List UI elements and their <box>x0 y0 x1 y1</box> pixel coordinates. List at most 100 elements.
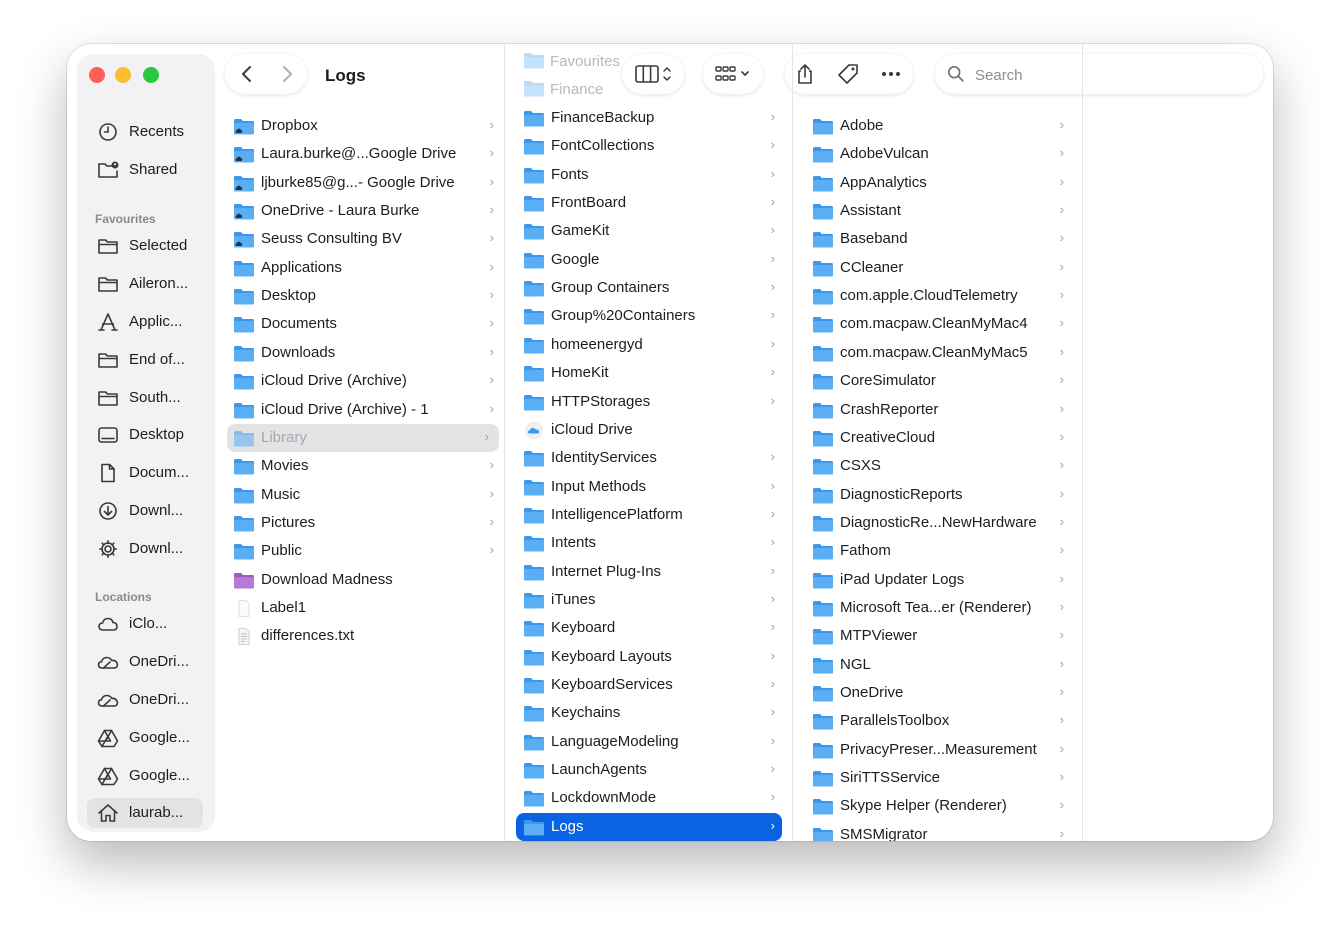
list-item[interactable]: com.macpaw.CleanMyMac5 › <box>793 339 1082 367</box>
list-item[interactable]: Logs › <box>516 812 782 841</box>
list-item[interactable]: iCloud Drive <box>505 416 793 444</box>
sidebar-item[interactable]: Downl... <box>87 496 203 526</box>
sidebar-item[interactable]: Google... <box>87 761 203 791</box>
list-item[interactable]: MTPViewer › <box>793 622 1082 650</box>
list-item-name: Applications <box>261 258 342 276</box>
list-item[interactable]: Documents › <box>227 310 504 338</box>
list-item[interactable]: Fathom › <box>793 537 1082 565</box>
list-item[interactable]: AppAnalytics › <box>793 169 1082 197</box>
minimize-window-button[interactable] <box>115 67 131 83</box>
list-item[interactable]: iTunes › <box>505 586 793 614</box>
list-item[interactable]: HomeKit › <box>505 359 793 387</box>
list-item[interactable]: Applications › <box>227 254 504 282</box>
list-item[interactable]: CoreSimulator › <box>793 367 1082 395</box>
list-item-name: SiriTTSService <box>840 769 941 787</box>
list-item[interactable]: Internet Plug-Ins › <box>505 558 793 586</box>
list-item[interactable]: Keychains › <box>505 699 793 727</box>
list-item[interactable]: DiagnosticReports › <box>793 481 1082 509</box>
list-item[interactable]: com.macpaw.CleanMyMac4 › <box>793 310 1082 338</box>
list-item[interactable]: Keyboard › <box>505 614 793 642</box>
list-item[interactable]: FinanceBackup › <box>505 104 793 132</box>
list-item[interactable]: Adobe › <box>793 112 1082 140</box>
chevron-right-icon: › <box>489 485 494 501</box>
list-item[interactable]: Seuss Consulting BV › <box>227 225 504 253</box>
sidebar-item[interactable]: Shared <box>87 155 203 185</box>
list-item[interactable]: DiagnosticRe...NewHardware › <box>793 509 1082 537</box>
list-item[interactable]: CCleaner › <box>793 254 1082 282</box>
list-item[interactable]: differences.txt <box>227 622 504 650</box>
sidebar-item[interactable]: Recents <box>87 117 203 147</box>
list-item[interactable]: iCloud Drive (Archive) › <box>227 367 504 395</box>
list-item[interactable]: GameKit › <box>505 217 793 245</box>
chevron-right-icon: › <box>489 287 494 303</box>
list-item[interactable]: CreativeCloud › <box>793 424 1082 452</box>
close-window-button[interactable] <box>89 67 105 83</box>
list-item[interactable]: Dropbox › <box>227 112 504 140</box>
list-item[interactable]: OneDrive › <box>793 679 1082 707</box>
list-item[interactable]: Desktop › <box>227 282 504 310</box>
list-item[interactable]: FrontBoard › <box>505 189 793 217</box>
list-item[interactable]: Baseband › <box>793 225 1082 253</box>
list-item[interactable]: Laura.burke@...Google Drive › <box>227 140 504 168</box>
list-item[interactable]: Fonts › <box>505 161 793 189</box>
list-item[interactable]: HTTPStorages › <box>505 388 793 416</box>
list-item[interactable]: Google › <box>505 246 793 274</box>
sidebar-item[interactable]: Google... <box>87 723 203 753</box>
list-item[interactable]: Microsoft Tea...er (Renderer) › <box>793 594 1082 622</box>
sidebar-item[interactable]: OneDri... <box>87 685 203 715</box>
list-item[interactable]: Pictures › <box>227 509 504 537</box>
list-item[interactable]: Library › <box>227 423 499 452</box>
list-item[interactable]: Group%20Containers › <box>505 302 793 330</box>
zoom-window-button[interactable] <box>143 67 159 83</box>
sidebar-item[interactable]: Downl... <box>87 534 203 564</box>
list-item[interactable]: Group Containers › <box>505 274 793 302</box>
list-item[interactable]: IdentityServices › <box>505 444 793 472</box>
list-item[interactable]: CSXS › <box>793 452 1082 480</box>
list-item[interactable]: Download Madness <box>227 566 504 594</box>
sidebar-item[interactable]: Docum... <box>87 458 203 488</box>
list-item[interactable]: Intents › <box>505 529 793 557</box>
list-item[interactable]: FontCollections › <box>505 132 793 160</box>
list-item[interactable]: SiriTTSService › <box>793 764 1082 792</box>
list-item[interactable]: CrashReporter › <box>793 396 1082 424</box>
list-item[interactable]: homeenergyd › <box>505 331 793 359</box>
list-item[interactable]: PrivacyPreser...Measurement › <box>793 736 1082 764</box>
sidebar-item[interactable]: End of... <box>87 345 203 375</box>
list-item[interactable]: Movies › <box>227 452 504 480</box>
list-item[interactable]: ljburke85@g...- Google Drive › <box>227 169 504 197</box>
sidebar-item[interactable]: OneDri... <box>87 647 203 677</box>
column-logs: Adobe › AdobeVulcan › AppAnalytics › Assistant… <box>792 44 1083 841</box>
chevron-right-icon: › <box>489 173 494 189</box>
list-item[interactable]: Public › <box>227 537 504 565</box>
list-item[interactable]: LockdownMode › <box>505 784 793 812</box>
sidebar-item[interactable]: Desktop <box>87 420 203 450</box>
list-item[interactable]: LaunchAgents › <box>505 756 793 784</box>
chevron-right-icon: › <box>489 343 494 359</box>
sidebar-item[interactable]: Applic... <box>87 307 203 337</box>
list-item[interactable]: KeyboardServices › <box>505 671 793 699</box>
list-item[interactable]: OneDrive - Laura Burke › <box>227 197 504 225</box>
list-item[interactable]: NGL › <box>793 651 1082 679</box>
list-item[interactable]: LanguageModeling › <box>505 728 793 756</box>
list-item[interactable]: AdobeVulcan › <box>793 140 1082 168</box>
list-item[interactable]: iPad Updater Logs › <box>793 566 1082 594</box>
sidebar-item[interactable]: iClo... <box>87 609 203 639</box>
sidebar-item[interactable]: Aileron... <box>87 269 203 299</box>
list-item[interactable]: Assistant › <box>793 197 1082 225</box>
list-item[interactable]: Skype Helper (Renderer) › <box>793 792 1082 820</box>
list-item[interactable]: iCloud Drive (Archive) - 1 › <box>227 396 504 424</box>
sidebar-item[interactable]: South... <box>87 383 203 413</box>
list-item[interactable]: Label1 <box>227 594 504 622</box>
list-item[interactable]: SMSMigrator › <box>793 821 1082 841</box>
list-item[interactable]: IntelligencePlatform › <box>505 501 793 529</box>
sidebar-item[interactable]: Selected <box>87 231 203 261</box>
list-item[interactable]: ParallelsToolbox › <box>793 707 1082 735</box>
chevron-right-icon: › <box>1059 428 1064 444</box>
list-item[interactable]: Keyboard Layouts › <box>505 643 793 671</box>
list-item-name: GameKit <box>551 222 610 240</box>
sidebar-item[interactable]: laurab... <box>87 798 203 828</box>
list-item[interactable]: Music › <box>227 481 504 509</box>
list-item[interactable]: Input Methods › <box>505 473 793 501</box>
list-item[interactable]: com.apple.CloudTelemetry › <box>793 282 1082 310</box>
list-item[interactable]: Downloads › <box>227 339 504 367</box>
